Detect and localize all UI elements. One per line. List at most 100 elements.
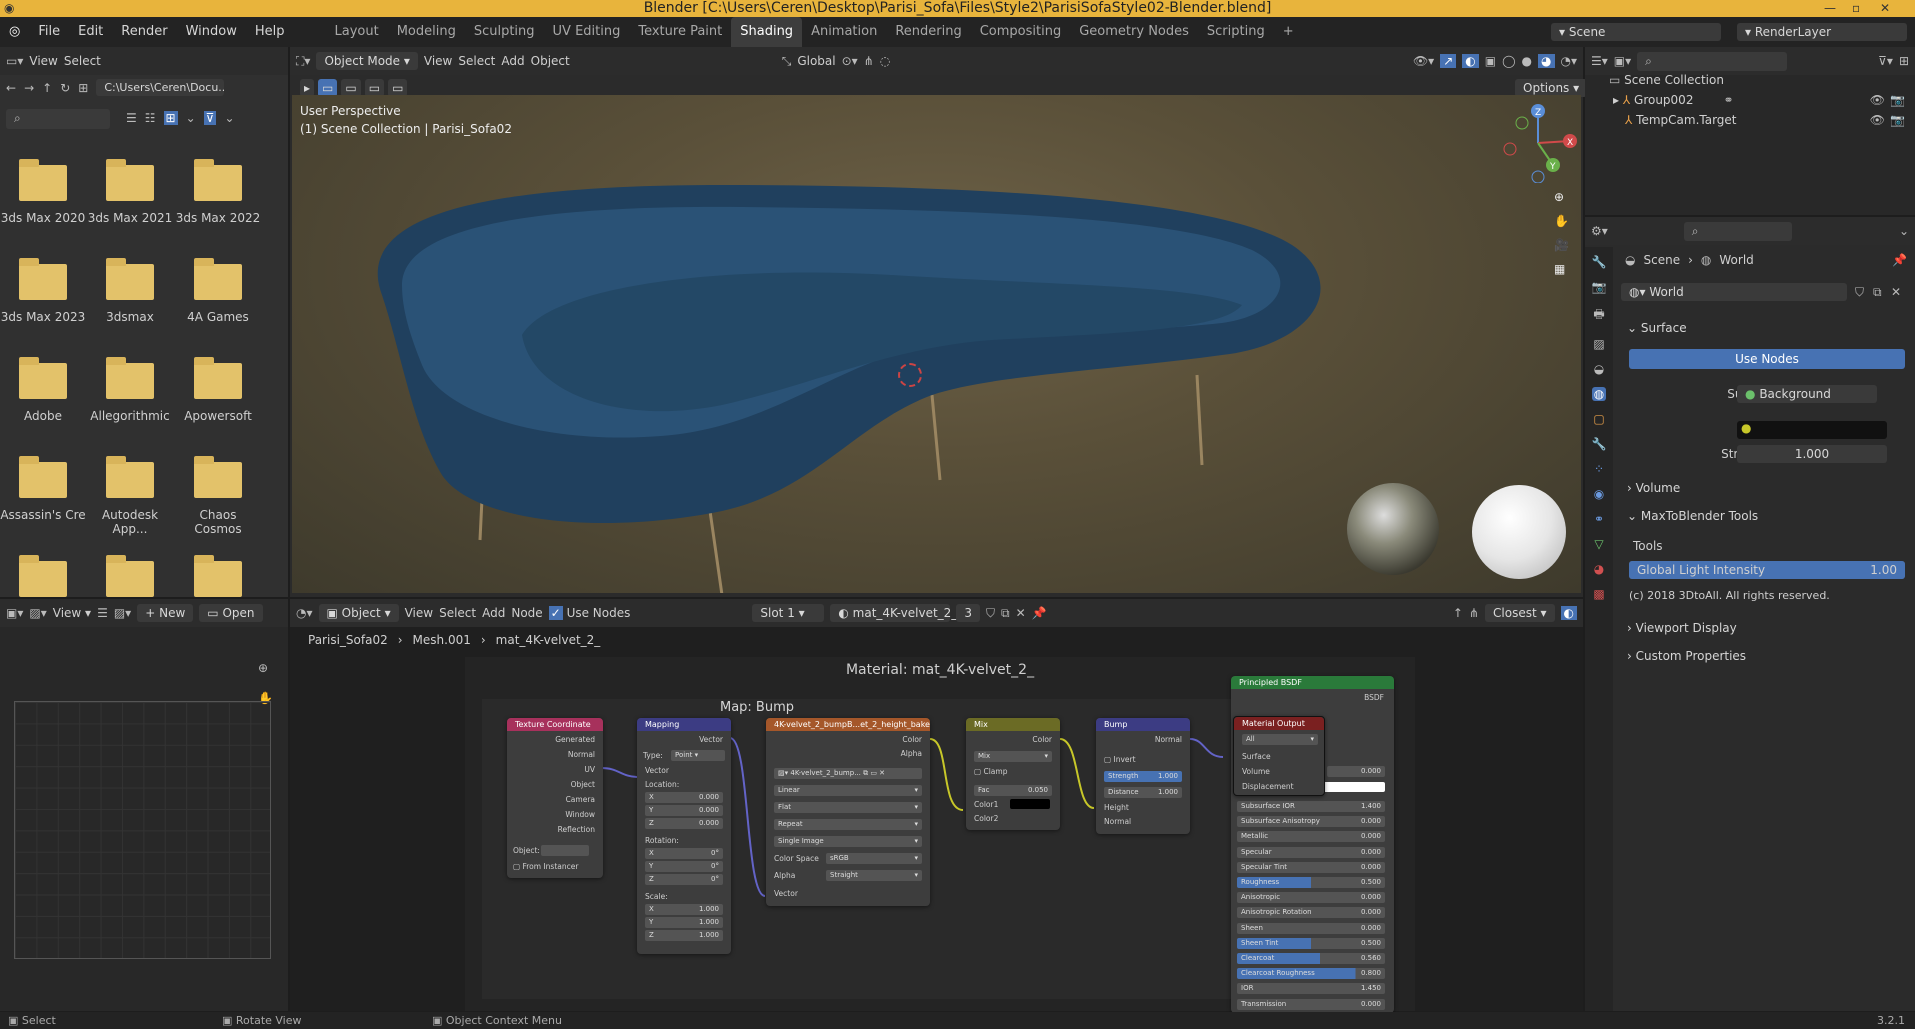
mapping-node[interactable]: Mapping Vector Type: Point ▾ Vector Loca… <box>637 718 731 954</box>
forward-arrow-icon[interactable]: → <box>24 81 34 95</box>
texture-tab-icon[interactable]: ▩ <box>1593 587 1604 601</box>
global-light-intensity-slider[interactable]: Global Light Intensity 1.00 <box>1629 561 1905 579</box>
scene-collection-row[interactable]: ▭ Scene Collection <box>1609 73 1724 87</box>
folder-item[interactable]: Chaos Cosmos <box>175 456 261 536</box>
extension-dropdown[interactable]: Repeat ▾ <box>774 819 922 830</box>
scale-z-field[interactable]: Z 1.000 <box>645 930 723 941</box>
outliner-search-input[interactable]: ⌕ <box>1637 51 1788 71</box>
clamp-checkbox[interactable]: ▢ Clamp <box>974 767 1007 776</box>
blender-menu-icon[interactable]: ◎ <box>0 17 29 47</box>
bsdf-prop-field[interactable]: Clearcoat 0.560 <box>1237 953 1385 964</box>
color1-swatch[interactable] <box>1010 799 1050 809</box>
rendered-shading-icon[interactable]: ◔▾ <box>1561 54 1578 68</box>
tab-uv-editing[interactable]: UV Editing <box>544 17 630 47</box>
viewport-display-section-header[interactable]: › Viewport Display <box>1627 621 1737 635</box>
bsdf-prop-field[interactable]: IOR 1.450 <box>1237 983 1385 995</box>
refresh-icon[interactable]: ↻ <box>60 81 70 95</box>
navigation-gizmo[interactable]: Z X Y <box>1498 103 1578 183</box>
constraints-tab-icon[interactable]: ⚭ <box>1594 512 1604 526</box>
folder-item[interactable]: Allegorithmic <box>87 357 173 423</box>
interpolation-dropdown[interactable]: Linear ▾ <box>774 785 922 796</box>
fake-user-icon[interactable]: ⛉ <box>1855 285 1864 300</box>
tab-modeling[interactable]: Modeling <box>388 17 465 47</box>
volume-section-header[interactable]: › Volume <box>1627 481 1680 495</box>
data-tab-icon[interactable]: ▽ <box>1594 537 1603 551</box>
maximize-button[interactable]: ▫ <box>1852 0 1860 17</box>
folder-item[interactable]: 3ds Max 2020 <box>0 159 86 225</box>
object-field[interactable] <box>541 845 589 856</box>
mode-selector[interactable]: Object Mode ▾ <box>316 52 418 70</box>
minimize-button[interactable]: — <box>1824 0 1836 17</box>
tab-animation[interactable]: Animation <box>802 17 886 47</box>
editor-type-icon[interactable]: ☰▾ <box>1591 54 1608 68</box>
from-instancer-checkbox[interactable]: ▢ From Instancer <box>513 862 578 871</box>
visibility-icon[interactable]: 👁▾ <box>1413 54 1434 68</box>
pin-icon[interactable]: 📌 <box>1892 253 1907 267</box>
render-layer-selector[interactable]: ▾ RenderLayer <box>1737 23 1907 41</box>
particles-tab-icon[interactable]: ⁘ <box>1594 462 1604 476</box>
outliner-item[interactable]: ▸ ⅄ Group002 ⚭ 👁 📷 <box>1613 93 1913 107</box>
add-workspace-button[interactable]: + <box>1274 17 1303 47</box>
eye-icon[interactable]: 👁 <box>1870 113 1885 127</box>
snap-icon[interactable]: ⋔ <box>864 54 874 68</box>
bsdf-prop-field[interactable]: Roughness 0.500 <box>1237 877 1385 888</box>
folder-item[interactable]: 3ds Max 2023 <box>0 258 86 324</box>
image-texture-node[interactable]: 4K-velvet_2_bumpB...et_2_height_baked.pn… <box>766 718 930 906</box>
parent-dir-icon[interactable]: ↑ <box>42 81 52 95</box>
tab-geometry-nodes[interactable]: Geometry Nodes <box>1070 17 1198 47</box>
world-tab-icon[interactable]: ◍ <box>1591 387 1607 401</box>
menu-render[interactable]: Render <box>112 17 176 47</box>
menu-window[interactable]: Window <box>177 17 246 47</box>
zoom-icon[interactable]: ⊕ <box>258 661 268 675</box>
back-arrow-icon[interactable]: ← <box>6 81 16 95</box>
color-space-dropdown[interactable]: sRGB ▾ <box>826 853 922 864</box>
display-mode-icon[interactable]: ▣▾ <box>1614 54 1631 68</box>
scene-selector[interactable]: ▾ Scene <box>1551 23 1721 41</box>
scale-x-field[interactable]: X 1.000 <box>645 904 723 915</box>
fb-menu-select[interactable]: Select <box>64 54 101 68</box>
menu-help[interactable]: Help <box>246 17 294 47</box>
uv-grid[interactable] <box>14 701 271 959</box>
folder-item[interactable]: 4A Games <box>175 258 261 324</box>
camera-render-icon[interactable]: 📷 <box>1890 113 1905 127</box>
material-preview-icon[interactable]: ◕ <box>1538 54 1555 68</box>
path-field[interactable]: C:\Users\Ceren\Docu... <box>96 79 225 96</box>
pivot-icon[interactable]: ⊙▾ <box>842 54 858 68</box>
xray-icon[interactable]: ▣ <box>1485 54 1496 68</box>
output-tab-icon[interactable]: 🖶 <box>1593 305 1604 326</box>
invert-checkbox[interactable]: ▢ Invert <box>1104 755 1136 764</box>
physics-tab-icon[interactable]: ◉ <box>1594 487 1604 501</box>
folder-item[interactable]: Assassin's Cre <box>0 456 86 522</box>
menu-edit[interactable]: Edit <box>69 17 112 47</box>
tool-tab-icon[interactable]: 🔧 <box>1592 255 1607 269</box>
bsdf-prop-field[interactable]: Clearcoat Roughness 0.800 <box>1237 968 1385 980</box>
alpha-dropdown[interactable]: Straight ▾ <box>826 870 922 881</box>
chevron-down-icon[interactable]: ⌄ <box>1899 224 1909 238</box>
mapping-type-dropdown[interactable]: Point ▾ <box>671 750 725 761</box>
bsdf-prop-field[interactable]: Anisotropic 0.000 <box>1237 892 1385 904</box>
bsdf-prop-field[interactable]: Sheen Tint 0.500 <box>1237 937 1385 949</box>
new-collection-icon[interactable]: ⊞ <box>1899 54 1909 68</box>
texture-coordinate-node[interactable]: Texture Coordinate Generated Normal UV O… <box>507 718 603 878</box>
filter-icon[interactable]: ⊽▾ <box>1878 54 1893 68</box>
rot-z-field[interactable]: Z 0° <box>645 874 723 885</box>
image-selector[interactable]: ▨▾ 4K-velvet_2_bump... ⧉ ▭ ✕ <box>774 768 922 779</box>
editor-type-icon[interactable]: ⛶▾ <box>296 54 310 69</box>
filter-icon[interactable]: ⊽ <box>203 111 217 125</box>
zoom-icon[interactable]: ⊕ <box>1554 190 1569 204</box>
object-tab-icon[interactable]: ▢ <box>1593 412 1604 426</box>
bsdf-prop-field[interactable]: Anisotropic Rotation 0.000 <box>1237 907 1385 919</box>
fb-search-input[interactable]: ⌕ <box>6 109 110 129</box>
gizmo-toggle-icon[interactable]: ↗ <box>1440 54 1457 68</box>
editor-type-icon[interactable]: ▣▾ <box>6 606 23 620</box>
outliner-item[interactable]: ⅄ TempCam.Target 👁 📷 <box>1625 113 1913 127</box>
folder-item[interactable]: 3ds Max 2021 <box>87 159 173 225</box>
tab-scripting[interactable]: Scripting <box>1198 17 1274 47</box>
proportional-edit-icon[interactable]: ◌ <box>880 54 890 68</box>
tab-texture-paint[interactable]: Texture Paint <box>629 17 731 47</box>
mix-node[interactable]: Mix Color Mix ▾ ▢ Clamp Fac 0.050 Color1 C… <box>966 718 1060 830</box>
loc-x-field[interactable]: X 0.000 <box>645 792 723 803</box>
render-tab-icon[interactable]: 📷 <box>1592 280 1607 294</box>
rot-y-field[interactable]: Y 0° <box>645 861 723 872</box>
thumbnails-icon[interactable]: ⊞ <box>163 111 178 125</box>
